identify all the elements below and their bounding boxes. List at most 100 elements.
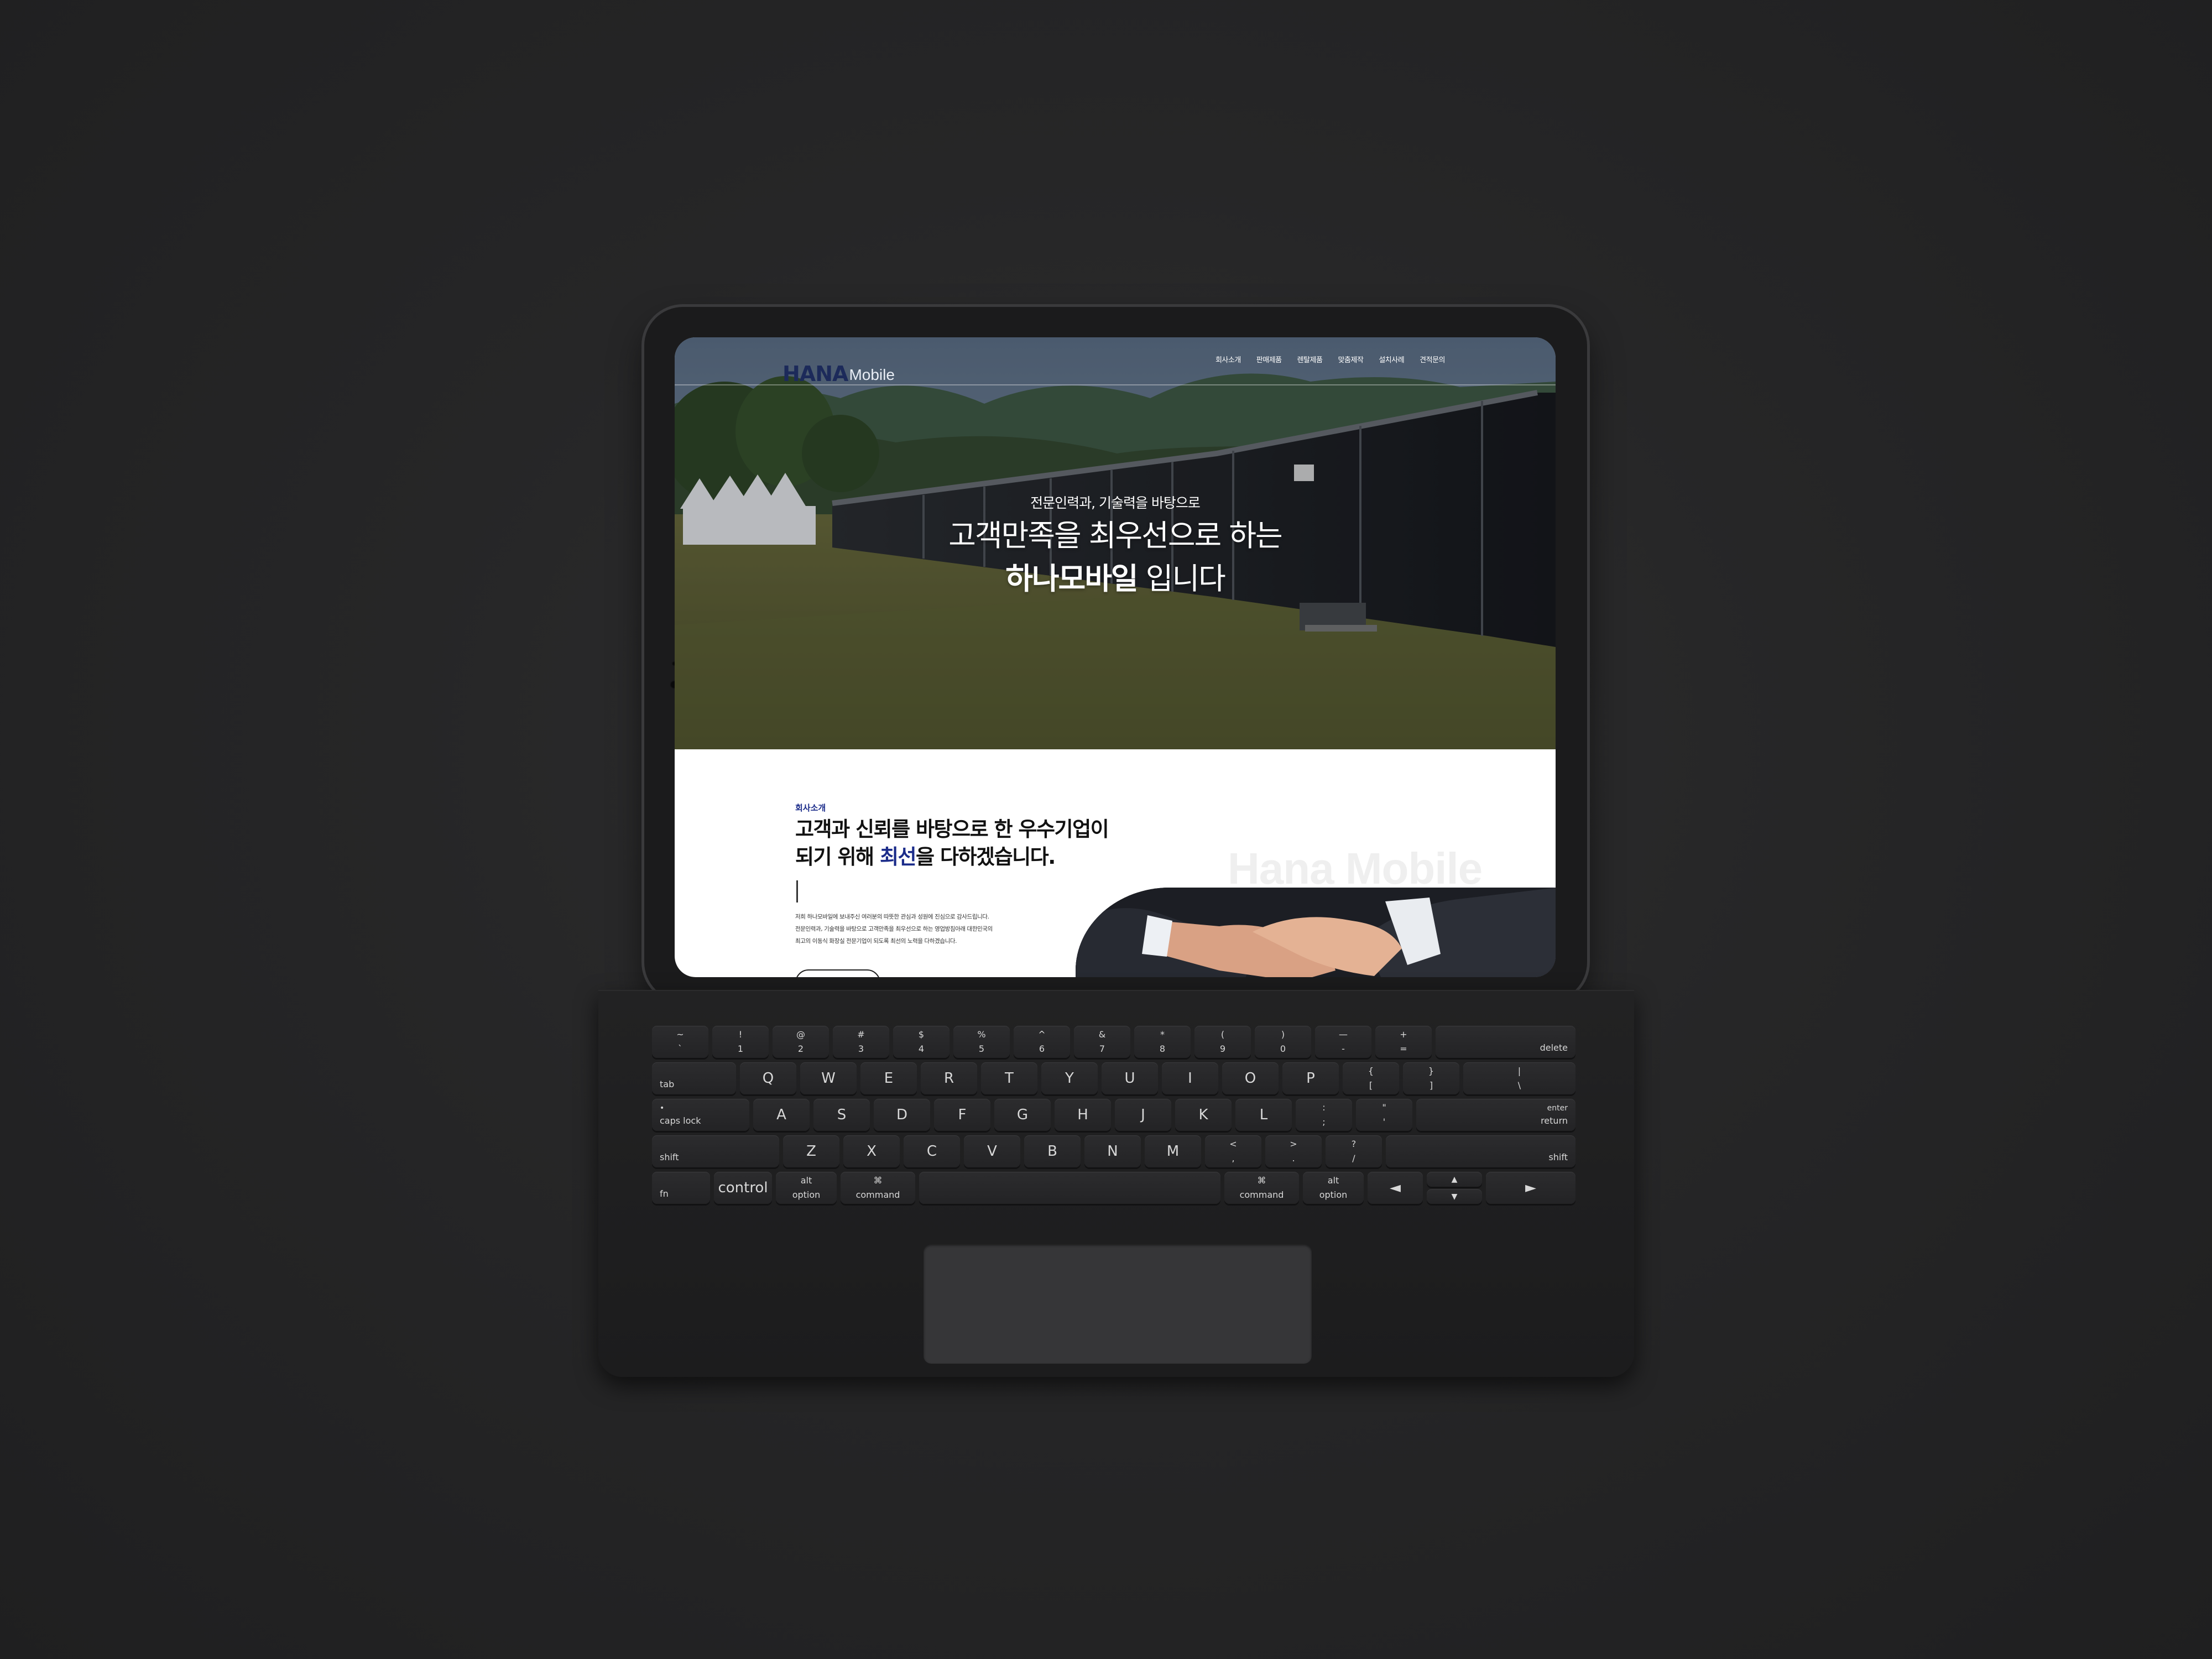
fn-key[interactable]: fn — [652, 1172, 710, 1204]
key-label: control — [718, 1180, 768, 1196]
shift-right-key[interactable]: shift — [1386, 1135, 1575, 1167]
hero-title-line1: 고객만족을 최우선으로 하는 — [948, 518, 1283, 553]
key-label: 5 — [978, 1044, 985, 1054]
key-label: 2 — [797, 1044, 804, 1054]
key-label: < — [1229, 1139, 1237, 1149]
key-label: command — [1239, 1190, 1284, 1200]
key-`[interactable]: ~ ` — [652, 1026, 708, 1058]
key-W[interactable]: W — [800, 1062, 857, 1094]
key-G[interactable]: G — [994, 1099, 1051, 1131]
key-D[interactable]: D — [874, 1099, 930, 1131]
return-key[interactable]: enter return — [1416, 1099, 1575, 1131]
key-C[interactable]: C — [904, 1135, 960, 1167]
key-P[interactable]: P — [1282, 1062, 1339, 1094]
arrow-up-key[interactable]: ▲ — [1427, 1172, 1482, 1187]
key-sym[interactable]: ? / — [1326, 1135, 1382, 1167]
key-7[interactable]: & 7 — [1074, 1026, 1130, 1058]
key-label: @ — [796, 1029, 805, 1040]
key-label: ; — [1322, 1117, 1326, 1127]
key-9[interactable]: (9 — [1194, 1026, 1251, 1058]
command-right-key[interactable]: ⌘ command — [1224, 1172, 1299, 1204]
arrow-left-key[interactable]: ◄ — [1368, 1172, 1423, 1204]
option-right-key[interactable]: alt option — [1303, 1172, 1364, 1204]
key-5[interactable]: % 5 — [953, 1026, 1010, 1058]
key-Z[interactable]: Z — [783, 1135, 839, 1167]
nav-item-quote[interactable]: 견적문의 — [1420, 354, 1445, 364]
logo-word: Mobile — [849, 366, 895, 384]
key-sym[interactable]: <, — [1205, 1135, 1261, 1167]
key-L[interactable]: L — [1235, 1099, 1292, 1131]
key-E[interactable]: E — [860, 1062, 917, 1094]
section-title-line1: 고객과 신뢰를 바탕으로 한 우수기업이 — [795, 817, 1109, 841]
key-F[interactable]: F — [934, 1099, 990, 1131]
key-T[interactable]: T — [981, 1062, 1037, 1094]
key-label: shift — [660, 1152, 679, 1162]
arrow-right-key[interactable]: ► — [1486, 1172, 1575, 1204]
key-3[interactable]: #3 — [833, 1026, 889, 1058]
key-sym[interactable]: :; — [1296, 1099, 1352, 1131]
space-key[interactable] — [919, 1172, 1220, 1204]
key-sym[interactable]: }] — [1403, 1062, 1459, 1094]
key--[interactable]: — - — [1315, 1026, 1371, 1058]
key-label: ! — [738, 1029, 743, 1040]
key-X[interactable]: X — [843, 1135, 900, 1167]
tablet-screen: HANA Mobile 회사소개 판매제품 렌탈제품 맞춤제작 설치사례 견적문… — [675, 337, 1556, 977]
key-sym[interactable]: " ' — [1356, 1099, 1412, 1131]
key-1[interactable]: ! 1 — [712, 1026, 769, 1058]
key-R[interactable]: R — [921, 1062, 977, 1094]
key-V[interactable]: V — [964, 1135, 1020, 1167]
option-left-key[interactable]: alt option — [776, 1172, 837, 1204]
key-sym[interactable]: {[ — [1343, 1062, 1399, 1094]
key-label: 1 — [737, 1044, 744, 1054]
nav-item-sales[interactable]: 판매제품 — [1256, 354, 1282, 364]
key-K[interactable]: K — [1175, 1099, 1232, 1131]
key-U[interactable]: U — [1102, 1062, 1158, 1094]
key-label: . — [1292, 1153, 1295, 1164]
nav-item-custom[interactable]: 맞춤제작 — [1338, 354, 1363, 364]
key-6[interactable]: ^ 6 — [1014, 1026, 1070, 1058]
trackpad[interactable] — [924, 1244, 1312, 1364]
key-=[interactable]: + = — [1375, 1026, 1432, 1058]
key-sym[interactable]: | \ — [1463, 1062, 1575, 1094]
key-label: ► — [1525, 1180, 1536, 1196]
key-Y[interactable]: Y — [1041, 1062, 1098, 1094]
key-label: ( — [1220, 1029, 1225, 1040]
key-8[interactable]: * 8 — [1134, 1026, 1191, 1058]
caps-lock-key[interactable]: caps lock • — [652, 1099, 749, 1131]
shift-left-key[interactable]: shift — [652, 1135, 779, 1167]
more-button[interactable] — [795, 969, 880, 977]
key-M[interactable]: M — [1145, 1135, 1201, 1167]
key-2[interactable]: @2 — [773, 1026, 829, 1058]
tab-key[interactable]: tab — [652, 1062, 736, 1094]
key-H[interactable]: H — [1055, 1099, 1111, 1131]
hero-title-rest: 입니다 — [1137, 561, 1226, 596]
key-label: K — [1198, 1107, 1208, 1123]
site-logo[interactable]: HANA Mobile — [782, 351, 895, 384]
body-line: 저희 하나모바일에 보내주신 여러분의 따뜻한 관심과 성원에 진심으로 감사드… — [795, 914, 989, 920]
hero-section: HANA Mobile 회사소개 판매제품 렌탈제품 맞춤제작 설치사례 견적문… — [675, 337, 1556, 749]
key-N[interactable]: N — [1084, 1135, 1141, 1167]
key-sym[interactable]: >. — [1265, 1135, 1322, 1167]
key-O[interactable]: O — [1222, 1062, 1279, 1094]
command-left-key[interactable]: ⌘ command — [841, 1172, 915, 1204]
nav-item-company[interactable]: 회사소개 — [1215, 354, 1241, 364]
key-4[interactable]: $4 — [893, 1026, 950, 1058]
key-label: ▼ — [1451, 1192, 1458, 1201]
key-S[interactable]: S — [813, 1099, 870, 1131]
key-0[interactable]: ) 0 — [1255, 1026, 1311, 1058]
key-I[interactable]: I — [1162, 1062, 1218, 1094]
key-label: > — [1290, 1139, 1297, 1149]
nav-item-cases[interactable]: 설치사례 — [1379, 354, 1404, 364]
key-label: ~ — [676, 1029, 684, 1040]
control-key[interactable]: control — [714, 1172, 772, 1204]
key-label: $ — [918, 1029, 925, 1040]
key-A[interactable]: A — [753, 1099, 810, 1131]
arrow-down-key[interactable]: ▼ — [1427, 1189, 1482, 1204]
delete-key[interactable]: delete — [1436, 1026, 1575, 1058]
key-J[interactable]: J — [1115, 1099, 1171, 1131]
key-label: % — [977, 1029, 986, 1040]
key-B[interactable]: B — [1024, 1135, 1081, 1167]
nav-item-rental[interactable]: 렌탈제품 — [1297, 354, 1323, 364]
key-Q[interactable]: Q — [740, 1062, 796, 1094]
title-highlight: 최선 — [879, 845, 917, 869]
